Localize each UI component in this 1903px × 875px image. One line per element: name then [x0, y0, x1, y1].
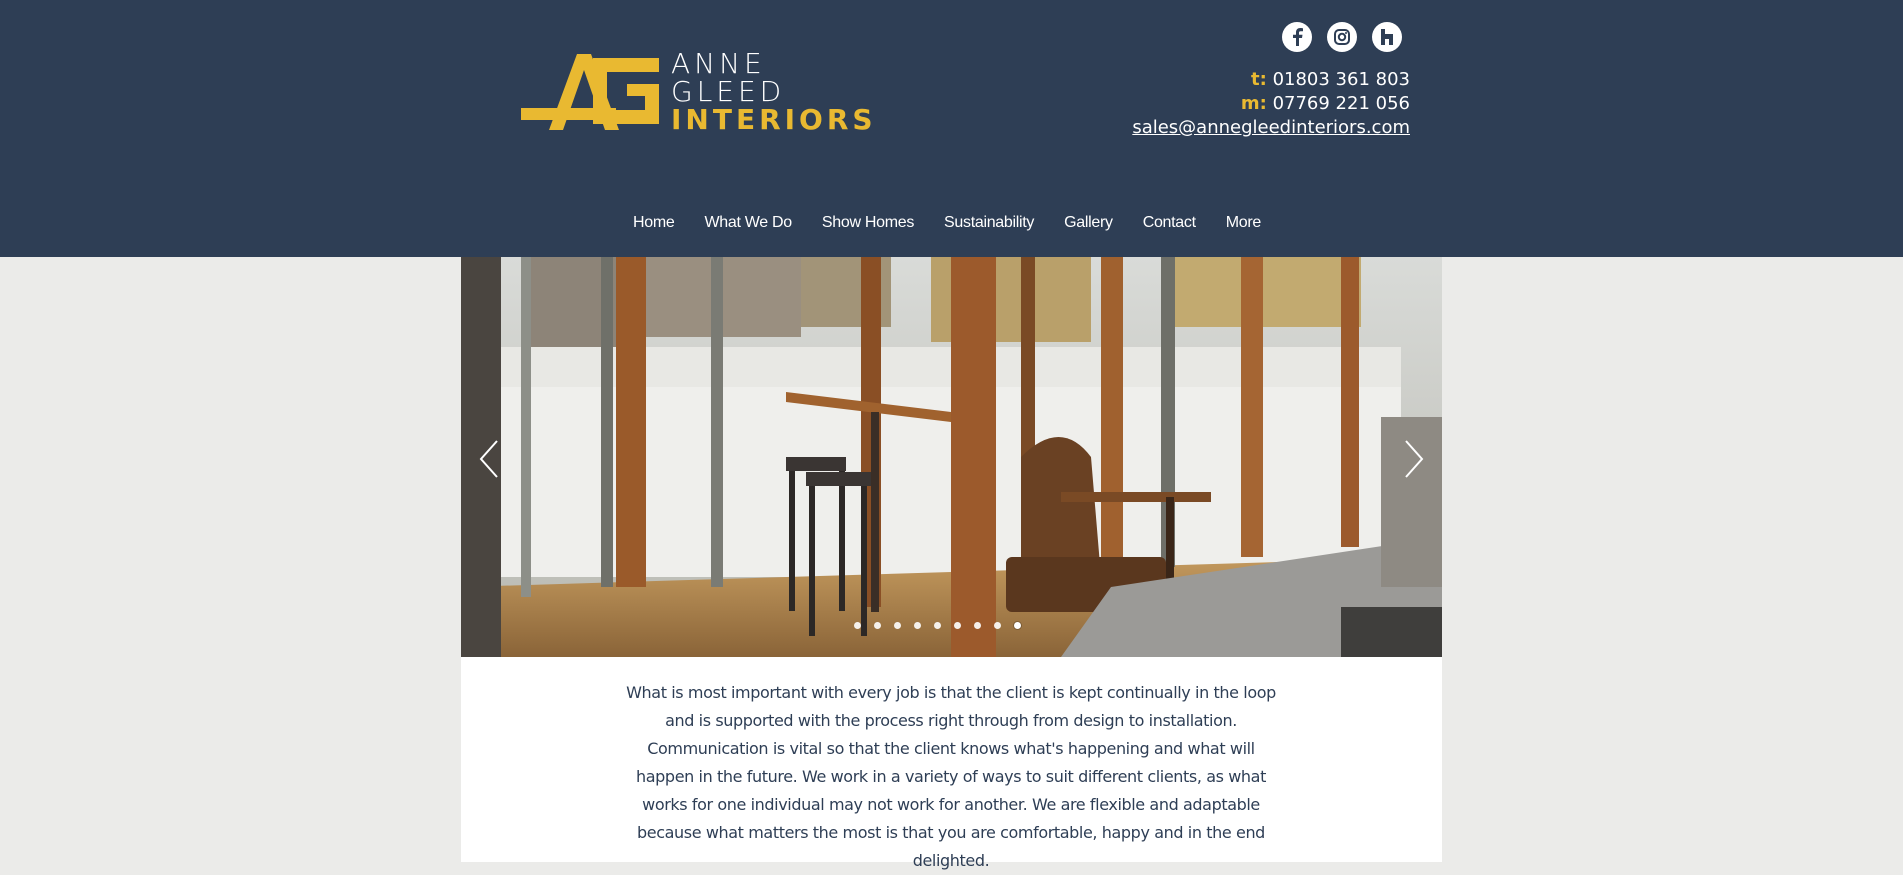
nav-sustainability[interactable]: Sustainability	[929, 214, 1049, 232]
nav-home[interactable]: Home	[618, 214, 689, 232]
image-slider[interactable]	[461, 257, 1442, 657]
houzz-icon[interactable]	[1372, 22, 1402, 52]
phone-label: t:	[1251, 69, 1267, 90]
social-links	[1282, 22, 1402, 52]
logo-line-gleed: GLEED	[671, 75, 786, 108]
slider-dot[interactable]	[954, 622, 961, 629]
email-line: sales@annegleedinteriors.com	[1132, 116, 1410, 140]
site-header: ANNE GLEED INTERIORS t: 01803 361 803 m:…	[0, 0, 1903, 257]
contact-block: t: 01803 361 803 m: 07769 221 056 sales@…	[1132, 68, 1410, 140]
logo-monogram-icon	[521, 54, 659, 130]
slider-prev-button[interactable]	[475, 437, 505, 481]
phone-line: t: 01803 361 803	[1132, 68, 1410, 92]
intro-paragraph: What is most important with every job is…	[626, 683, 1276, 870]
slider-dot[interactable]	[914, 622, 921, 629]
mobile-number[interactable]: 07769 221 056	[1273, 93, 1410, 114]
nav-what-we-do[interactable]: What We Do	[689, 214, 806, 232]
phone-number[interactable]: 01803 361 803	[1273, 69, 1410, 90]
instagram-icon[interactable]	[1327, 22, 1357, 52]
slider-dot[interactable]	[854, 622, 861, 629]
logo[interactable]: ANNE GLEED INTERIORS	[521, 48, 873, 136]
logo-line-anne: ANNE	[671, 47, 766, 80]
nav-more[interactable]: More	[1211, 214, 1276, 232]
slider-pagination	[854, 622, 1021, 629]
logo-wordmark: ANNE GLEED INTERIORS	[671, 50, 877, 134]
slider-dot[interactable]	[894, 622, 901, 629]
slider-dot-active[interactable]	[1014, 622, 1021, 629]
mobile-label: m:	[1240, 93, 1267, 114]
slide-photo	[461, 257, 1442, 657]
nav-show-homes[interactable]: Show Homes	[807, 214, 929, 232]
email-link[interactable]: sales@annegleedinteriors.com	[1132, 117, 1410, 138]
logo-line-interiors: INTERIORS	[671, 103, 877, 136]
chevron-left-icon	[479, 440, 498, 478]
mobile-line: m: 07769 221 056	[1132, 92, 1410, 116]
main-content: What is most important with every job is…	[461, 257, 1442, 870]
nav-contact[interactable]: Contact	[1128, 214, 1211, 232]
slider-next-button[interactable]	[1398, 437, 1428, 481]
facebook-icon[interactable]	[1282, 22, 1312, 52]
slider-dot[interactable]	[994, 622, 1001, 629]
nav-gallery[interactable]: Gallery	[1049, 214, 1128, 232]
main-nav: Home What We Do Show Homes Sustainabilit…	[0, 214, 1903, 232]
slider-dot[interactable]	[974, 622, 981, 629]
slider-dot[interactable]	[874, 622, 881, 629]
slider-dot[interactable]	[934, 622, 941, 629]
chevron-right-icon	[1405, 440, 1424, 478]
